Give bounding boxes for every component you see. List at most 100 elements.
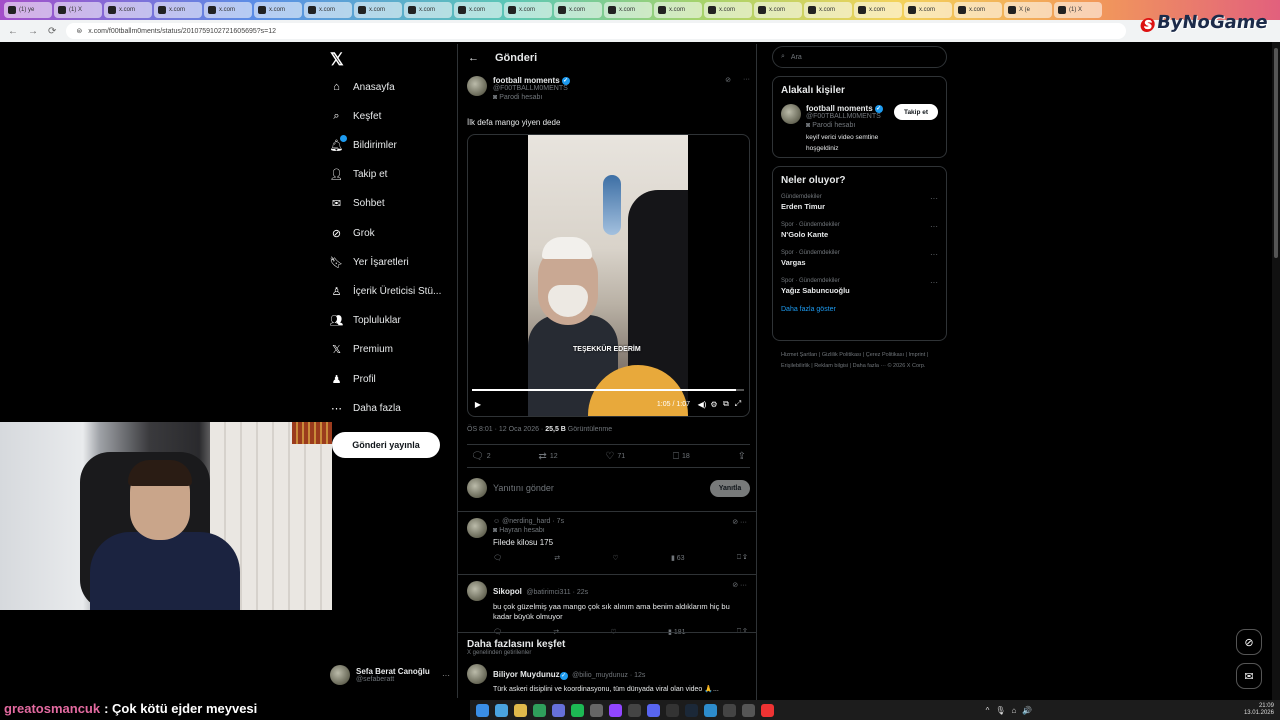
browser-tab[interactable]: (1) ye bbox=[4, 2, 52, 18]
sidebar-item[interactable]: 👥︎ Topluluklar bbox=[330, 312, 401, 330]
repost-button[interactable]: ⇄ 12 bbox=[538, 451, 557, 462]
play-icon[interactable]: ▶ bbox=[472, 400, 484, 409]
video-progress-bar[interactable] bbox=[472, 389, 744, 391]
site-info-icon[interactable]: ⊜ bbox=[76, 27, 82, 35]
network-icon[interactable]: ⌂ bbox=[1012, 706, 1017, 715]
browser-tab[interactable]: x.com bbox=[354, 2, 402, 18]
mic-icon[interactable]: 🎙 bbox=[995, 706, 1005, 715]
app-icon[interactable] bbox=[704, 703, 717, 717]
like-button[interactable]: ♡ 71 bbox=[605, 451, 625, 462]
person-handle[interactable]: @F00TBALLM0MENTS bbox=[806, 113, 889, 120]
reply-name[interactable]: Sikopol bbox=[493, 587, 522, 596]
person-name[interactable]: football moments bbox=[806, 104, 873, 113]
post-button[interactable]: Gönderi yayınla bbox=[332, 432, 440, 458]
reload-icon[interactable]: ⟳ bbox=[48, 26, 56, 37]
pip-icon[interactable]: ⧉ bbox=[720, 399, 732, 409]
discord-icon[interactable] bbox=[647, 703, 660, 717]
reply-submit-button[interactable]: Yanıtla bbox=[710, 479, 750, 497]
browser-tab[interactable]: x.com bbox=[854, 2, 902, 18]
settings-icon[interactable] bbox=[742, 703, 755, 717]
app-icon[interactable] bbox=[590, 703, 603, 717]
avatar[interactable] bbox=[467, 76, 487, 96]
app-icon[interactable] bbox=[552, 703, 565, 717]
taskbar-clock[interactable]: 21:09 13.01.2026 bbox=[1244, 703, 1280, 717]
edge-icon[interactable] bbox=[495, 703, 508, 717]
youtube-icon[interactable] bbox=[761, 703, 774, 717]
footer-links[interactable]: Hizmet Şartları | Gizlilik Politikası | … bbox=[781, 350, 947, 372]
app-icon[interactable] bbox=[666, 703, 679, 717]
browser-tab[interactable]: x.com bbox=[554, 2, 602, 18]
sidebar-item[interactable]: ⊘ Grok bbox=[330, 224, 375, 242]
avatar[interactable] bbox=[781, 104, 801, 124]
sidebar-item[interactable]: ✉ Sohbet bbox=[330, 195, 385, 213]
browser-tab[interactable]: (1) X bbox=[1054, 2, 1102, 18]
browser-tab[interactable]: x.com bbox=[804, 2, 852, 18]
browser-tab[interactable]: x.com bbox=[304, 2, 352, 18]
reply-input[interactable]: Yanıtını gönder bbox=[493, 483, 704, 493]
browser-tab[interactable]: X (e bbox=[1004, 2, 1052, 18]
more-icon[interactable]: ··· bbox=[930, 194, 938, 203]
chrome-icon[interactable] bbox=[533, 703, 546, 717]
sidebar-item[interactable]: ⌕ Keşfet bbox=[330, 107, 381, 125]
sidebar-item[interactable]: ♙ İçerik Üreticisi Stü... bbox=[330, 282, 442, 300]
reply-button[interactable]: 🗨 2 bbox=[471, 451, 491, 462]
app-icon[interactable] bbox=[628, 703, 641, 717]
reply-item[interactable]: ☺ @nerding_hard · 7s ◙ Hayran hesabı Fil… bbox=[458, 511, 756, 568]
share-button[interactable]: ⇪ bbox=[738, 451, 746, 462]
back-arrow-icon[interactable]: ← bbox=[468, 52, 479, 64]
post-timestamp[interactable]: ÖS 8:01 · 12 Oca 2026 · bbox=[467, 426, 545, 433]
sidebar-item[interactable]: 🔖︎ Yer İşaretleri bbox=[330, 253, 409, 271]
sidebar-item[interactable]: ⌂ Anasayfa bbox=[330, 78, 395, 96]
steam-icon[interactable] bbox=[685, 703, 698, 717]
author-handle[interactable]: @F00TBALLM0MENTS bbox=[493, 85, 570, 92]
twitch-icon[interactable] bbox=[609, 703, 622, 717]
browser-tab[interactable]: x.com bbox=[954, 2, 1002, 18]
more-icon[interactable]: ··· bbox=[930, 250, 938, 259]
fullscreen-icon[interactable]: ⤢ bbox=[732, 399, 744, 409]
video-frame[interactable] bbox=[528, 135, 688, 416]
speaker-icon[interactable]: 🔊 bbox=[1022, 706, 1032, 715]
browser-tab[interactable]: x.com bbox=[154, 2, 202, 18]
trend-item[interactable]: Spor · Gündemdekiler Yağız Sabuncuoğlu ··· bbox=[781, 278, 938, 295]
x-logo[interactable]: 𝕏 bbox=[330, 50, 344, 70]
obs-icon[interactable] bbox=[723, 703, 736, 717]
views-icon[interactable]: ▮ 63 bbox=[671, 554, 685, 562]
more-icon[interactable]: ··· bbox=[930, 278, 938, 287]
browser-tab[interactable]: x.com bbox=[104, 2, 152, 18]
sidebar-item[interactable]: 👤︎ Takip et bbox=[330, 166, 388, 184]
sidebar-item[interactable]: 𝕏 Premium bbox=[330, 341, 393, 359]
volume-icon[interactable]: ◀) bbox=[696, 400, 708, 409]
explore-post-name[interactable]: Biliyor Muydunuz bbox=[493, 670, 560, 679]
sidebar-item[interactable]: ⋯ Daha fazla bbox=[330, 399, 401, 417]
heart-icon[interactable]: ♡ bbox=[612, 554, 618, 562]
bookmark-icon[interactable]: ⎕ ⇪ bbox=[737, 554, 747, 562]
grok-icon[interactable]: ⊘ bbox=[725, 76, 731, 101]
browser-tab[interactable]: x.com bbox=[754, 2, 802, 18]
trend-item[interactable]: Spor · Gündemdekiler N'Golo Kante ··· bbox=[781, 222, 938, 239]
settings-icon[interactable]: ⚙ bbox=[708, 400, 720, 409]
avatar[interactable] bbox=[467, 664, 487, 684]
browser-tab[interactable]: x.com bbox=[904, 2, 952, 18]
related-person[interactable]: football moments ✓ @F00TBALLM0MENTS ◙ Par… bbox=[781, 104, 938, 154]
url-field[interactable]: ⊜ x.com/f00tballm0ments/status/201075910… bbox=[66, 23, 1127, 39]
browser-tab[interactable]: x.com bbox=[704, 2, 752, 18]
explorer-icon[interactable] bbox=[514, 703, 527, 717]
account-switcher[interactable]: Sefa Berat Canoğlu @sefaberatt ··· bbox=[330, 662, 450, 688]
explore-post-handle[interactable]: @bilio_muydunuz · 12s bbox=[572, 672, 645, 679]
back-icon[interactable]: ← bbox=[8, 26, 18, 37]
browser-tab[interactable]: x.com bbox=[654, 2, 702, 18]
page-scrollbar[interactable] bbox=[1272, 42, 1280, 700]
browser-tab[interactable]: x.com bbox=[204, 2, 252, 18]
chevron-up-icon[interactable]: ^ bbox=[986, 706, 990, 715]
repost-icon[interactable]: ⇄ bbox=[554, 554, 560, 562]
more-icon[interactable]: ··· bbox=[743, 76, 750, 101]
scrollbar-thumb[interactable] bbox=[1274, 48, 1278, 258]
browser-tab[interactable]: x.com bbox=[604, 2, 652, 18]
grok-icon[interactable]: ⊘ ··· bbox=[732, 518, 747, 548]
browser-tab[interactable]: x.com bbox=[454, 2, 502, 18]
video-player[interactable]: TEŞEKKÜR EDERİM ▶ 1:05 / 1:07 ◀) ⚙ ⧉ ⤢ bbox=[467, 134, 750, 417]
more-icon[interactable]: ··· bbox=[442, 671, 450, 680]
forward-icon[interactable]: → bbox=[28, 26, 38, 37]
show-more-link[interactable]: Daha fazla göster bbox=[781, 306, 938, 313]
author-name[interactable]: football moments bbox=[493, 76, 560, 85]
